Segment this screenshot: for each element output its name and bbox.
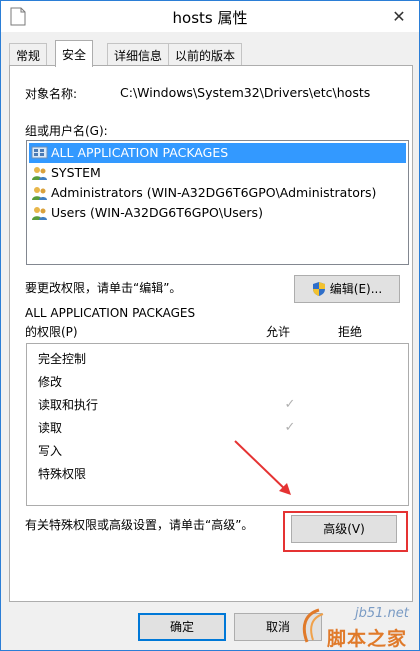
allow-header: 允许 [266,325,291,339]
user-name: Users (WIN-A32DG6T6GPO\Users) [51,205,263,220]
packages-icon [31,146,48,159]
group-label: 组或用户名(G): [25,124,108,138]
list-item[interactable]: Administrators (WIN-A32DG6T6GPO\Administ… [29,183,406,203]
properties-dialog: hosts 属性 ✕ 常规 安全 详细信息 以前的版本 对象名称: C:\Win… [0,0,420,651]
permission-name: 特殊权限 [38,467,87,481]
list-item[interactable]: Users (WIN-A32DG6T6GPO\Users) [29,203,406,223]
annotation-arrow-icon [234,440,291,495]
site-watermark: jb51.net 脚本之家 [297,606,417,650]
users-listbox[interactable]: ALL APPLICATION PACKAGES SYSTEM Administ… [26,140,409,265]
watermark-site: jb51.net [355,606,409,621]
permission-row: 完全控制 [38,348,408,370]
object-name-label: 对象名称: [25,87,78,101]
title-bar: hosts 属性 ✕ [1,1,419,32]
users-group-icon [32,187,47,200]
permission-name: 读取 [38,421,63,435]
advanced-hint: 有关特殊权限或高级设置，请单击“高级”。 [25,518,254,532]
tab-general[interactable]: 常规 [9,43,48,65]
perm-title-line2: 的权限(P) [25,325,78,339]
tab-details[interactable]: 详细信息 [107,43,170,65]
window-title: hosts 属性 [172,9,248,27]
close-button[interactable]: ✕ [389,7,409,27]
users-group-icon [32,207,47,220]
permission-row: 特殊权限 [38,463,408,485]
permission-name: 修改 [38,375,63,389]
users-group-icon [32,167,47,180]
tab-bar: 常规 安全 详细信息 以前的版本 [9,40,413,67]
permission-row: 读取 ✓ [38,417,408,439]
ok-button[interactable]: 确定 [138,613,226,641]
permission-name: 写入 [38,444,63,458]
watermark-logo-icon [302,608,324,643]
list-item[interactable]: SYSTEM [29,163,406,183]
tab-previous-versions[interactable]: 以前的版本 [168,43,243,65]
permission-name: 完全控制 [38,352,87,366]
watermark-brand: 脚本之家 [327,628,408,650]
user-name: SYSTEM [51,165,101,180]
permission-row: 写入 [38,440,408,462]
user-name: Administrators (WIN-A32DG6T6GPO\Administ… [51,185,377,200]
allow-check-icon: ✓ [284,420,296,435]
permission-row: 修改 [38,371,408,393]
allow-check-icon: ✓ [284,397,296,412]
object-name-value: C:\Windows\System32\Drivers\etc\hosts [120,85,371,100]
deny-header: 拒绝 [338,325,363,339]
permissions-list[interactable]: 完全控制 修改 读取和执行 ✓ 读取 ✓ 写入 特殊权限 [26,343,409,506]
shield-icon [313,282,325,296]
highlight-annotation [283,511,408,552]
edit-button[interactable]: 编辑(E)... [294,275,400,303]
user-name: ALL APPLICATION PACKAGES [51,145,229,160]
permission-row: 读取和执行 ✓ [38,394,408,416]
edit-hint: 要更改权限，请单击“编辑”。 [25,281,182,295]
edit-button-label: 编辑(E)... [329,282,383,296]
list-item[interactable]: ALL APPLICATION PACKAGES [29,143,406,163]
perm-title-line1: ALL APPLICATION PACKAGES [25,306,196,320]
tab-security[interactable]: 安全 [55,40,94,67]
permission-name: 读取和执行 [38,398,99,412]
